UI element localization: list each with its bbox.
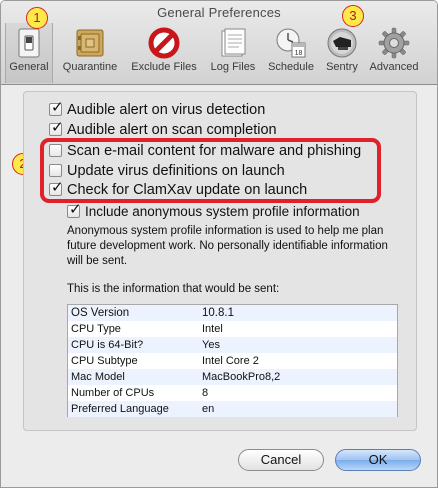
toolbar-advanced-button[interactable]: Advanced (366, 23, 422, 83)
info-key: CPU is 64-Bit? (71, 339, 144, 351)
toolbar-exclude-files-button[interactable]: Exclude Files (127, 23, 201, 83)
vault-icon (74, 27, 106, 59)
info-key: CPU Subtype (71, 355, 138, 367)
gear-icon (378, 27, 410, 59)
option-label: Audible alert on virus detection (67, 102, 266, 118)
no-entry-icon (148, 27, 180, 59)
callout-1: 1 (26, 7, 48, 29)
toolbar-sentry-button[interactable]: Sentry (321, 23, 363, 83)
option-label: Include anonymous system profile informa… (85, 204, 360, 219)
table-row: CPU Type Intel (68, 321, 397, 337)
toolbar-sentry-label: Sentry (326, 61, 358, 73)
checkbox[interactable]: ✓ (49, 99, 64, 116)
checkmark-icon: ✓ (51, 99, 64, 116)
table-row: OS Version 10.8.1 (68, 305, 397, 321)
title-bar: General Preferences General Quarantine E… (1, 1, 437, 85)
info-key: Mac Model (71, 371, 125, 383)
info-key: Number of CPUs (71, 387, 155, 399)
table-row: Preferred Language en (68, 401, 397, 417)
toolbar-schedule-button[interactable]: 18 Schedule (264, 23, 318, 83)
toolbar-quarantine-label: Quarantine (62, 61, 118, 73)
toolbar-general-label: General (9, 61, 49, 73)
toolbar-schedule-label: Schedule (268, 61, 314, 73)
table-row: CPU is 64-Bit? Yes (68, 337, 397, 353)
toolbar-general-button[interactable]: General (5, 23, 53, 83)
window-title: General Preferences (157, 5, 281, 20)
table-row: CPU Subtype Intel Core 2 (68, 353, 397, 369)
info-value: Intel (202, 323, 223, 335)
preferences-window: General Preferences General Quarantine E… (0, 0, 438, 488)
option-label: Audible alert on scan completion (67, 122, 277, 138)
checkmark-icon: ✓ (69, 201, 82, 218)
checkbox[interactable]: ✓ (49, 119, 64, 136)
system-info-table: OS Version 10.8.1 CPU Type Intel CPU is … (67, 304, 398, 417)
table-row: Mac Model MacBookPro8,2 (68, 369, 397, 385)
info-value: 8 (202, 387, 209, 399)
info-value: en (202, 403, 215, 415)
checkmark-icon: ✓ (51, 119, 64, 136)
toolbar-advanced-label: Advanced (369, 61, 419, 73)
calendar-clock-icon: 18 (275, 27, 307, 59)
sentry-icon (326, 27, 358, 59)
info-value: Intel Core 2 (202, 355, 259, 367)
toolbar-quarantine-button[interactable]: Quarantine (58, 23, 122, 83)
switch-icon (13, 27, 45, 59)
toolbar-log-files-label: Log Files (210, 61, 256, 73)
info-key: Preferred Language (71, 403, 169, 415)
info-value: Yes (202, 339, 220, 351)
cancel-button[interactable]: Cancel (238, 449, 324, 471)
info-value: MacBookPro8,2 (202, 371, 281, 383)
checkbox[interactable]: ✓ (67, 201, 82, 218)
table-row: Number of CPUs 8 (68, 385, 397, 401)
info-key: CPU Type (71, 323, 121, 335)
ok-button[interactable]: OK (335, 449, 421, 471)
info-key: OS Version (71, 307, 130, 319)
svg-text:18: 18 (295, 50, 303, 57)
toolbar-exclude-files-label: Exclude Files (131, 61, 197, 73)
info-value: 10.8.1 (202, 307, 234, 319)
log-files-icon (217, 27, 249, 59)
info-caption: This is the information that would be se… (67, 283, 280, 295)
callout-3: 3 (342, 5, 364, 27)
toolbar-log-files-button[interactable]: Log Files (205, 23, 261, 83)
highlight-box (40, 138, 381, 203)
profile-description: Anonymous system profile information is … (67, 225, 388, 267)
